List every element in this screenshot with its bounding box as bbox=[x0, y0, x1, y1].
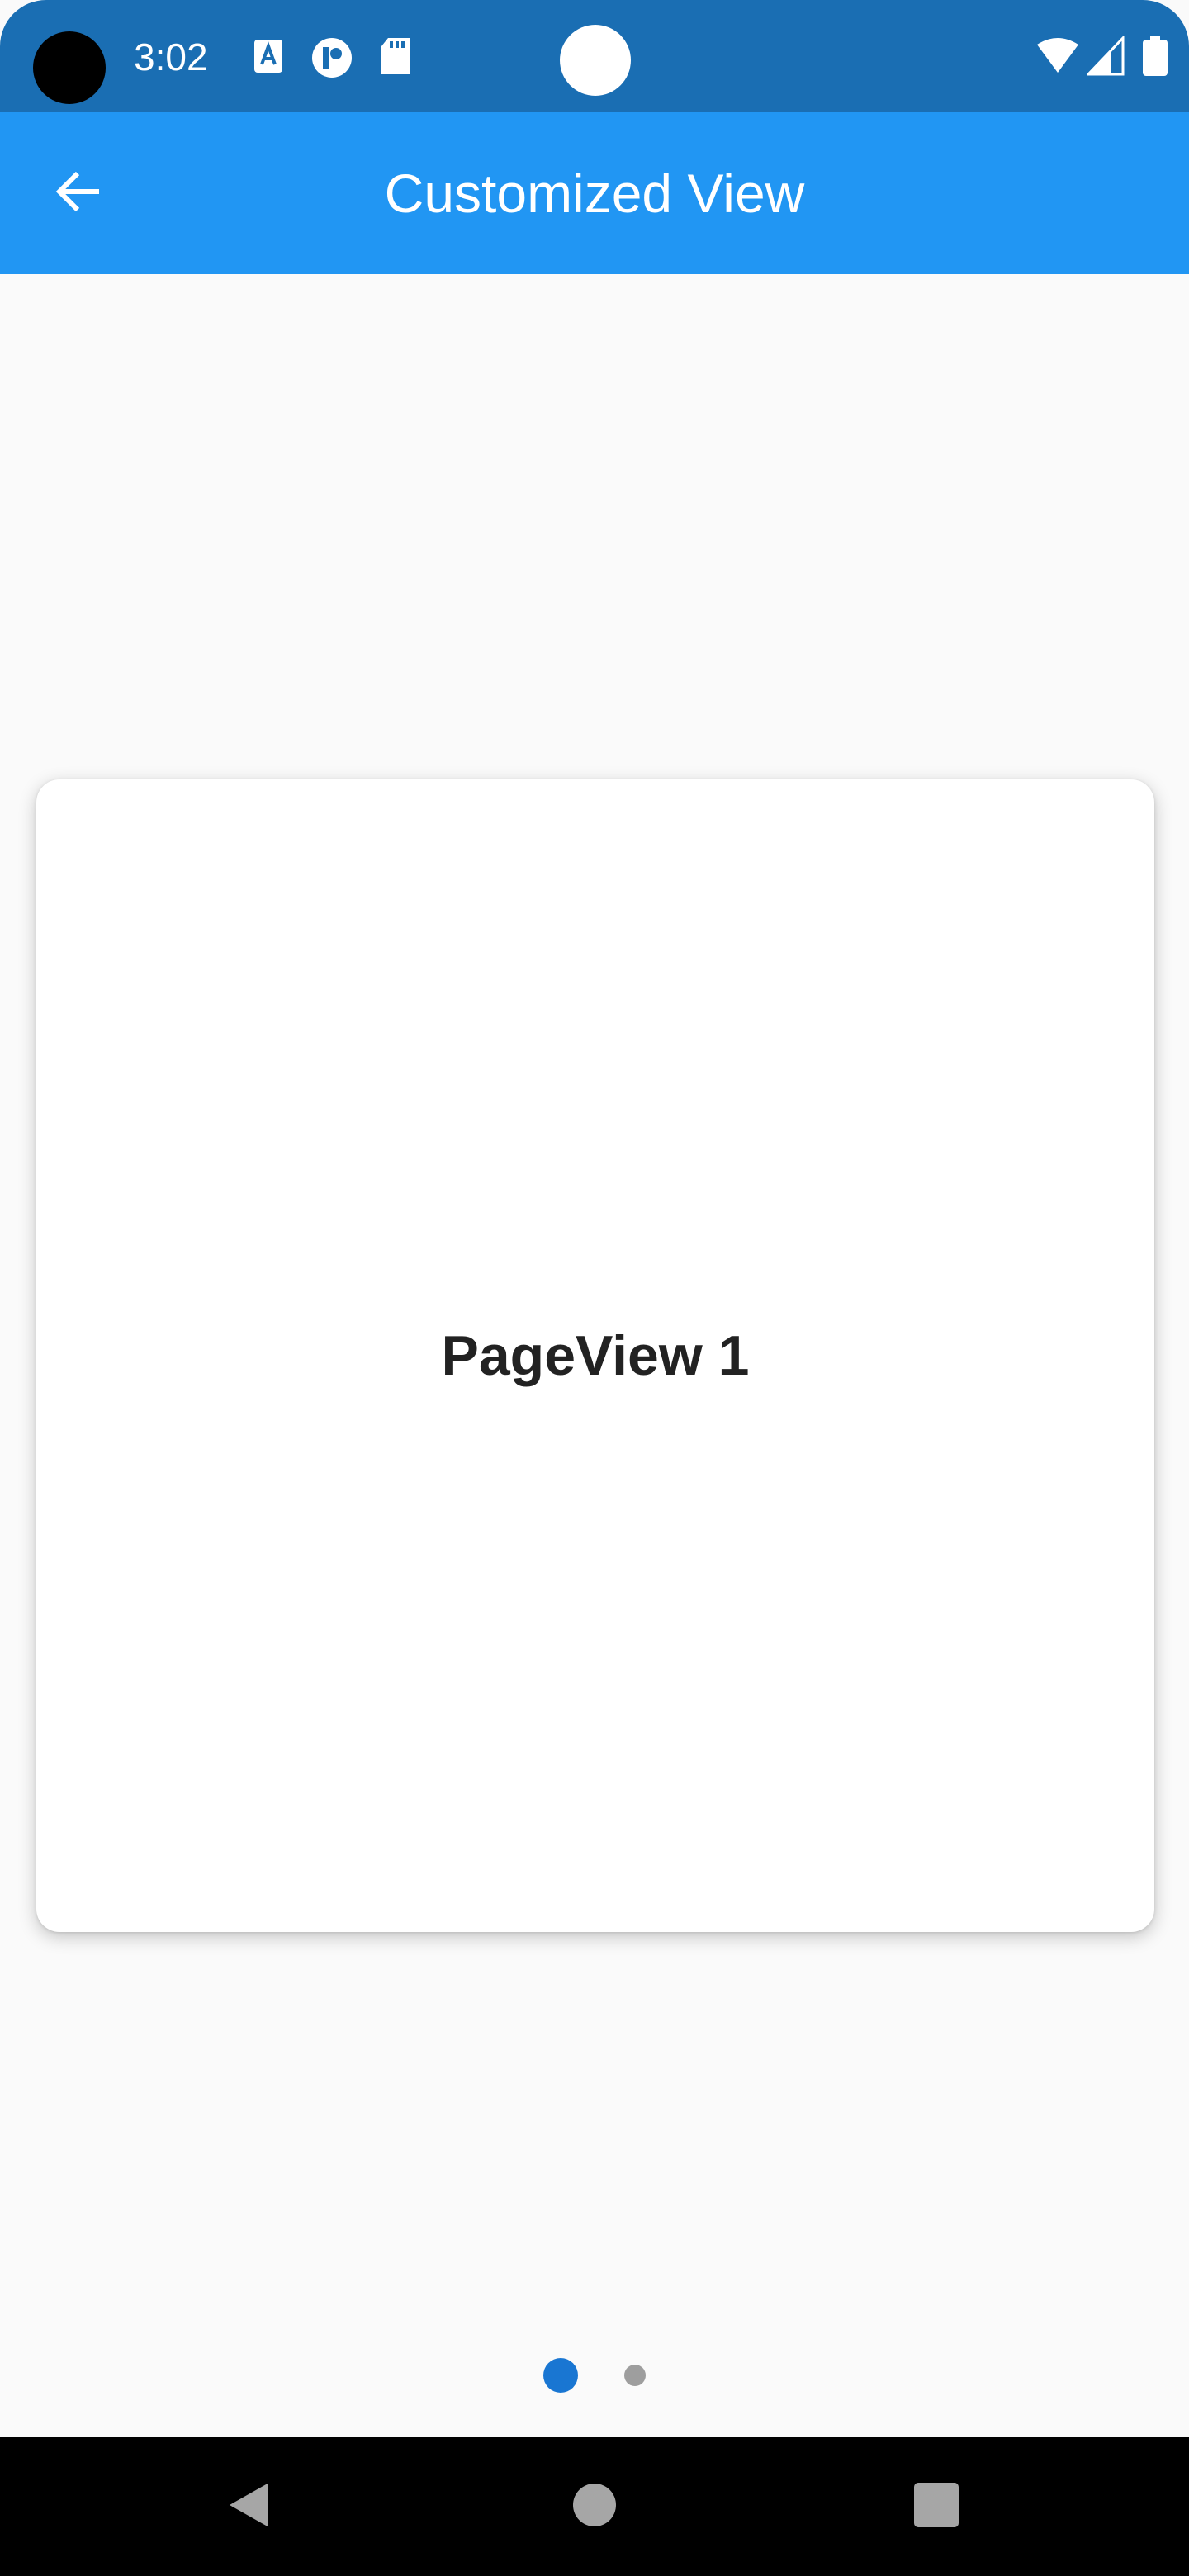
camera-cutout bbox=[33, 31, 106, 104]
app-bar: Customized View bbox=[0, 112, 1189, 274]
status-time: 3:02 bbox=[134, 36, 208, 78]
nav-home-button[interactable] bbox=[545, 2457, 644, 2556]
page-indicator-dot-inactive[interactable] bbox=[624, 2365, 646, 2386]
page-view-card[interactable]: PageView 1 bbox=[36, 779, 1154, 1932]
nav-back-button[interactable] bbox=[200, 2457, 299, 2556]
page-title: Customized View bbox=[384, 163, 805, 224]
home-circle-icon bbox=[570, 2480, 619, 2534]
page-indicator-dot-active[interactable] bbox=[543, 2358, 578, 2393]
font-a-icon bbox=[251, 36, 291, 76]
navigation-bar bbox=[0, 2437, 1189, 2576]
sd-card-icon bbox=[378, 36, 418, 76]
nav-recents-button[interactable] bbox=[887, 2457, 986, 2556]
wifi-icon bbox=[1035, 36, 1080, 76]
status-bar: 3:02 bbox=[0, 0, 1189, 112]
p-app-icon bbox=[310, 36, 352, 78]
recents-square-icon bbox=[912, 2480, 961, 2534]
cellular-signal-icon bbox=[1085, 35, 1126, 76]
battery-icon bbox=[1141, 36, 1169, 76]
page-view-label: PageView 1 bbox=[441, 1324, 750, 1387]
screen: 3:02 Customized View PageView 1 bbox=[0, 0, 1189, 2576]
status-center-dot bbox=[560, 25, 631, 96]
back-triangle-icon bbox=[225, 2480, 274, 2534]
